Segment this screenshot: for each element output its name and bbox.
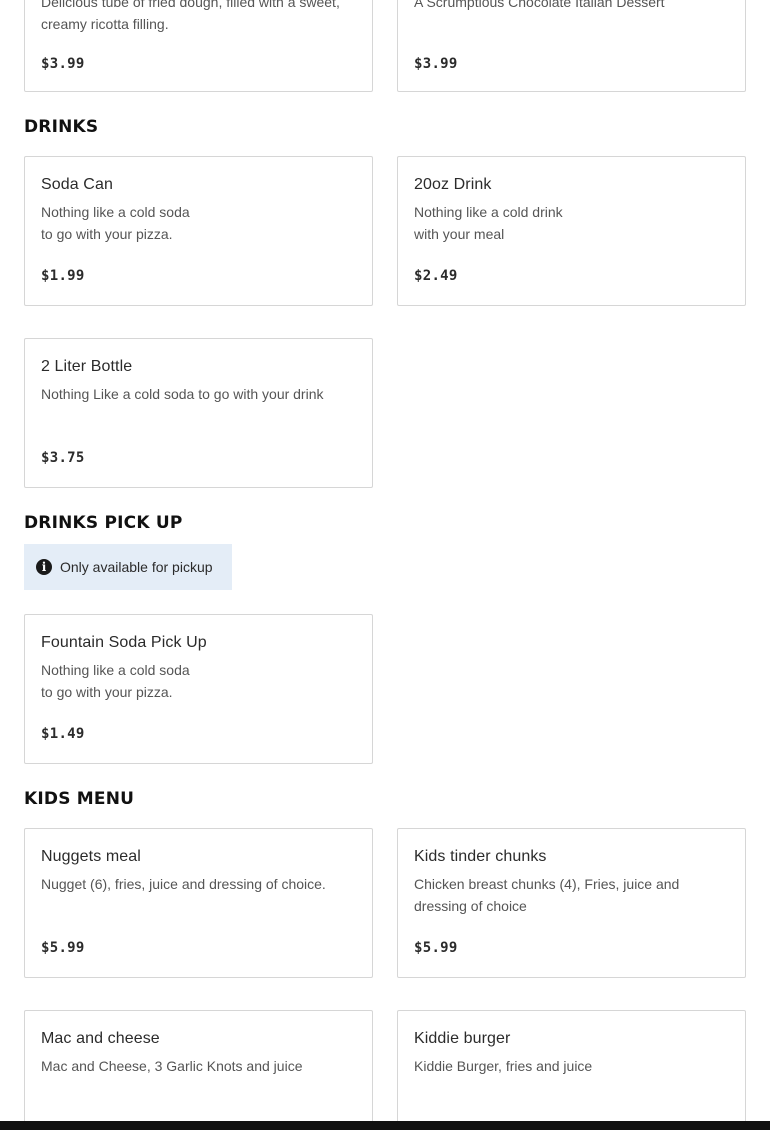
item-description-line: with your meal	[414, 226, 505, 242]
item-price: $1.99	[41, 268, 85, 284]
item-description: Kiddie Burger, fries and juice	[414, 1058, 593, 1074]
item-name: 20oz Drink	[414, 176, 492, 193]
item-price: $1.49	[41, 726, 85, 742]
item-name: Fountain Soda Pick Up	[41, 634, 207, 651]
menu-item-card[interactable]: Kiddie burger Kiddie Burger, fries and j…	[397, 1010, 746, 1130]
item-description: Nothing like a cold soda to go with your…	[41, 659, 356, 703]
pickup-only-notice: i Only available for pickup	[24, 544, 232, 590]
item-description: Chicken breast chunks (4), Fries, juice …	[414, 873, 729, 917]
item-name: Kiddie burger	[414, 1030, 511, 1047]
item-description-line: dressing of choice	[414, 898, 527, 914]
section-heading-kids-menu: KIDS MENU	[24, 789, 135, 809]
menu-item-card[interactable]: Delicious tube of fried dough, filled wi…	[24, 0, 373, 92]
menu-item-card[interactable]: Kids tinder chunks Chicken breast chunks…	[397, 828, 746, 978]
item-price: $3.99	[41, 56, 85, 72]
item-name: Soda Can	[41, 176, 113, 193]
bottom-bar	[0, 1121, 770, 1130]
item-description-line: to go with your pizza.	[41, 684, 173, 700]
menu-item-card[interactable]: A Scrumptious Chocolate Italian Dessert …	[397, 0, 746, 92]
item-description-line: to go with your pizza.	[41, 226, 173, 242]
item-price: $2.49	[414, 268, 458, 284]
menu-item-card[interactable]: 2 Liter Bottle Nothing Like a cold soda …	[24, 338, 373, 488]
item-price: $3.75	[41, 450, 85, 466]
menu-page: Delicious tube of fried dough, filled wi…	[0, 0, 770, 1130]
item-name: Mac and cheese	[41, 1030, 160, 1047]
item-description-line: Nothing like a cold drink	[414, 204, 563, 220]
menu-item-card[interactable]: 20oz Drink Nothing like a cold drink wit…	[397, 156, 746, 306]
item-description: Mac and Cheese, 3 Garlic Knots and juice	[41, 1058, 303, 1074]
info-circle-icon: i	[36, 559, 52, 575]
item-description-line: Nothing like a cold soda	[41, 662, 190, 678]
item-price: $5.99	[414, 940, 458, 956]
item-description-line: Chicken breast chunks (4), Fries, juice …	[414, 876, 680, 892]
menu-item-card[interactable]: Nuggets meal Nugget (6), fries, juice an…	[24, 828, 373, 978]
menu-item-card[interactable]: Mac and cheese Mac and Cheese, 3 Garlic …	[24, 1010, 373, 1130]
section-heading-drinks-pickup: DRINKS PICK UP	[24, 513, 183, 533]
item-description: Nothing like a cold drink with your meal	[414, 201, 729, 245]
item-description: Nothing Like a cold soda to go with your…	[41, 383, 356, 405]
item-price: $3.99	[414, 56, 458, 72]
section-heading-drinks: DRINKS	[24, 117, 99, 137]
item-description-line: Nothing Like a cold soda to go with your…	[41, 386, 324, 402]
item-description: Nugget (6), fries, juice and dressing of…	[41, 876, 326, 892]
item-name: Nuggets meal	[41, 848, 141, 865]
item-description-line: Nothing like a cold soda	[41, 204, 190, 220]
item-price: $5.99	[41, 940, 85, 956]
pickup-notice-text: Only available for pickup	[60, 559, 213, 575]
item-name: 2 Liter Bottle	[41, 358, 133, 375]
menu-item-card[interactable]: Fountain Soda Pick Up Nothing like a col…	[24, 614, 373, 764]
menu-item-card[interactable]: Soda Can Nothing like a cold soda to go …	[24, 156, 373, 306]
item-description: A Scrumptious Chocolate Italian Dessert	[414, 0, 665, 10]
item-description: Delicious tube of fried dough, filled wi…	[41, 0, 340, 32]
item-name: Kids tinder chunks	[414, 848, 547, 865]
item-description: Nothing like a cold soda to go with your…	[41, 201, 356, 245]
